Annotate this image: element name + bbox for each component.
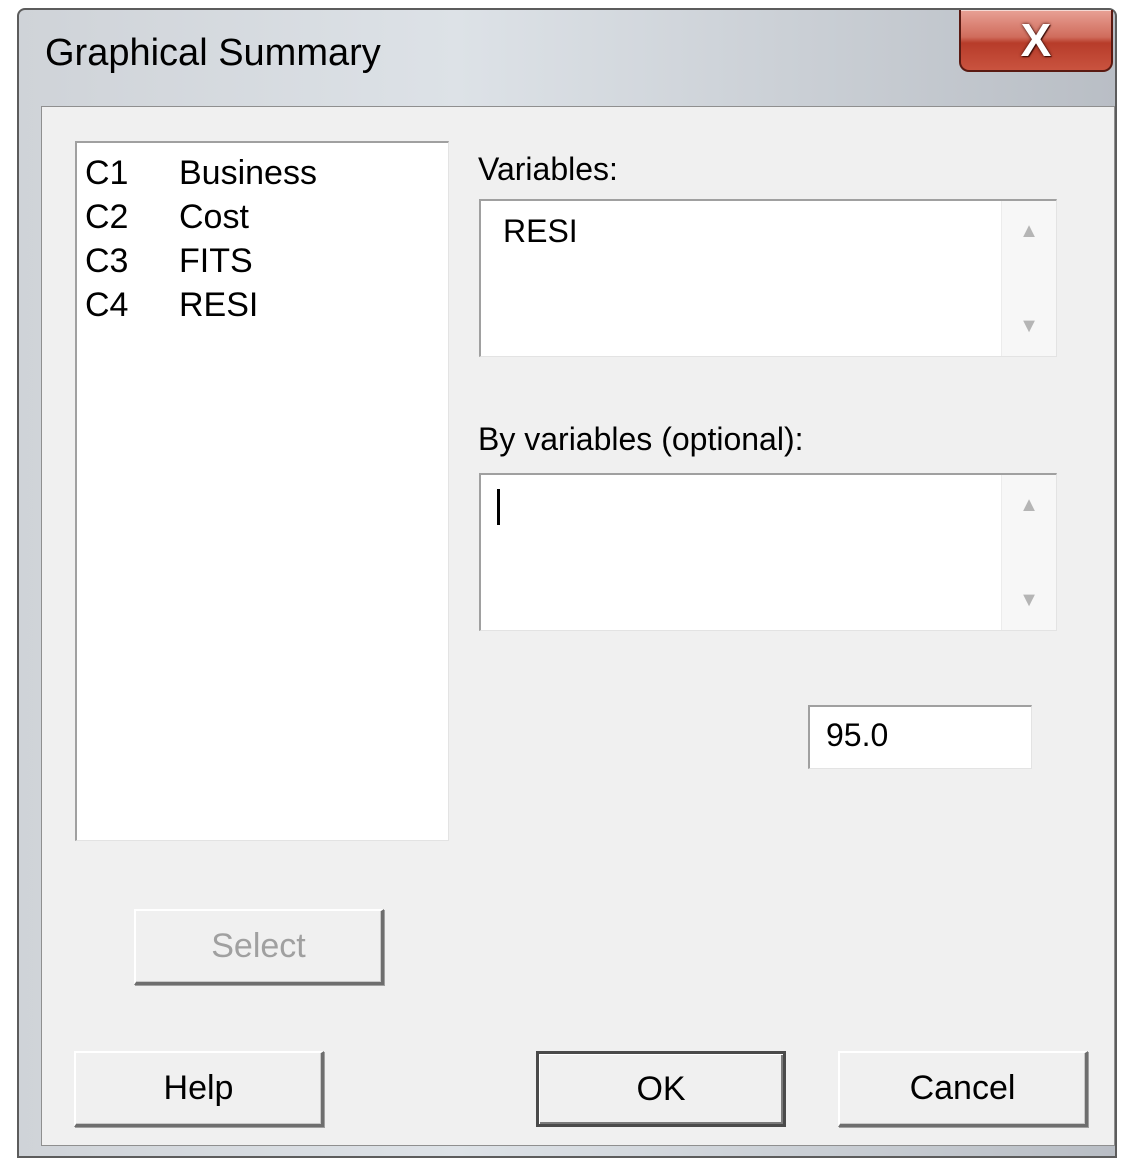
close-icon: X — [1020, 14, 1052, 66]
scroll-down-icon[interactable]: ▼ — [1002, 296, 1056, 356]
close-button[interactable]: X — [959, 10, 1113, 72]
list-item[interactable]: C1 Business — [77, 151, 448, 195]
column-id: C2 — [85, 197, 129, 236]
scroll-up-icon[interactable]: ▲ — [1002, 201, 1056, 261]
scroll-down-icon[interactable]: ▼ — [1002, 570, 1056, 630]
variables-field[interactable]: RESI ▲ ▼ — [479, 199, 1057, 357]
column-name: Business — [179, 153, 317, 192]
ok-button[interactable]: OK — [536, 1051, 786, 1127]
list-item[interactable]: C4 RESI — [77, 283, 448, 327]
select-button[interactable]: Select — [134, 909, 384, 985]
dialog-title: Graphical Summary — [45, 32, 381, 74]
dialog-client-area: C1 Business C2 Cost C3 FITS C4 RESI Vari… — [41, 106, 1115, 1146]
scroll-up-icon[interactable]: ▲ — [1002, 475, 1056, 535]
column-id: C4 — [85, 285, 129, 324]
text-caret — [497, 489, 500, 525]
help-button[interactable]: Help — [74, 1051, 324, 1127]
by-variables-field[interactable]: ▲ ▼ — [479, 473, 1057, 631]
column-name: Cost — [179, 197, 249, 236]
column-id: C3 — [85, 241, 129, 280]
column-name: FITS — [179, 241, 253, 280]
columns-listbox[interactable]: C1 Business C2 Cost C3 FITS C4 RESI — [75, 141, 449, 841]
dialog-window: Graphical Summary X C1 Business C2 Cost … — [17, 8, 1117, 1158]
list-item[interactable]: C2 Cost — [77, 195, 448, 239]
variables-scrollbar[interactable]: ▲ ▼ — [1001, 201, 1056, 356]
confidence-level-input[interactable]: 95.0 — [808, 705, 1032, 769]
column-name: RESI — [179, 285, 259, 324]
variables-label: Variables: — [478, 151, 618, 187]
variables-value: RESI — [503, 213, 578, 249]
by-variables-label: By variables (optional): — [478, 421, 804, 457]
list-item[interactable]: C3 FITS — [77, 239, 448, 283]
cancel-button[interactable]: Cancel — [838, 1051, 1088, 1127]
by-variables-scrollbar[interactable]: ▲ ▼ — [1001, 475, 1056, 630]
column-id: C1 — [85, 153, 129, 192]
